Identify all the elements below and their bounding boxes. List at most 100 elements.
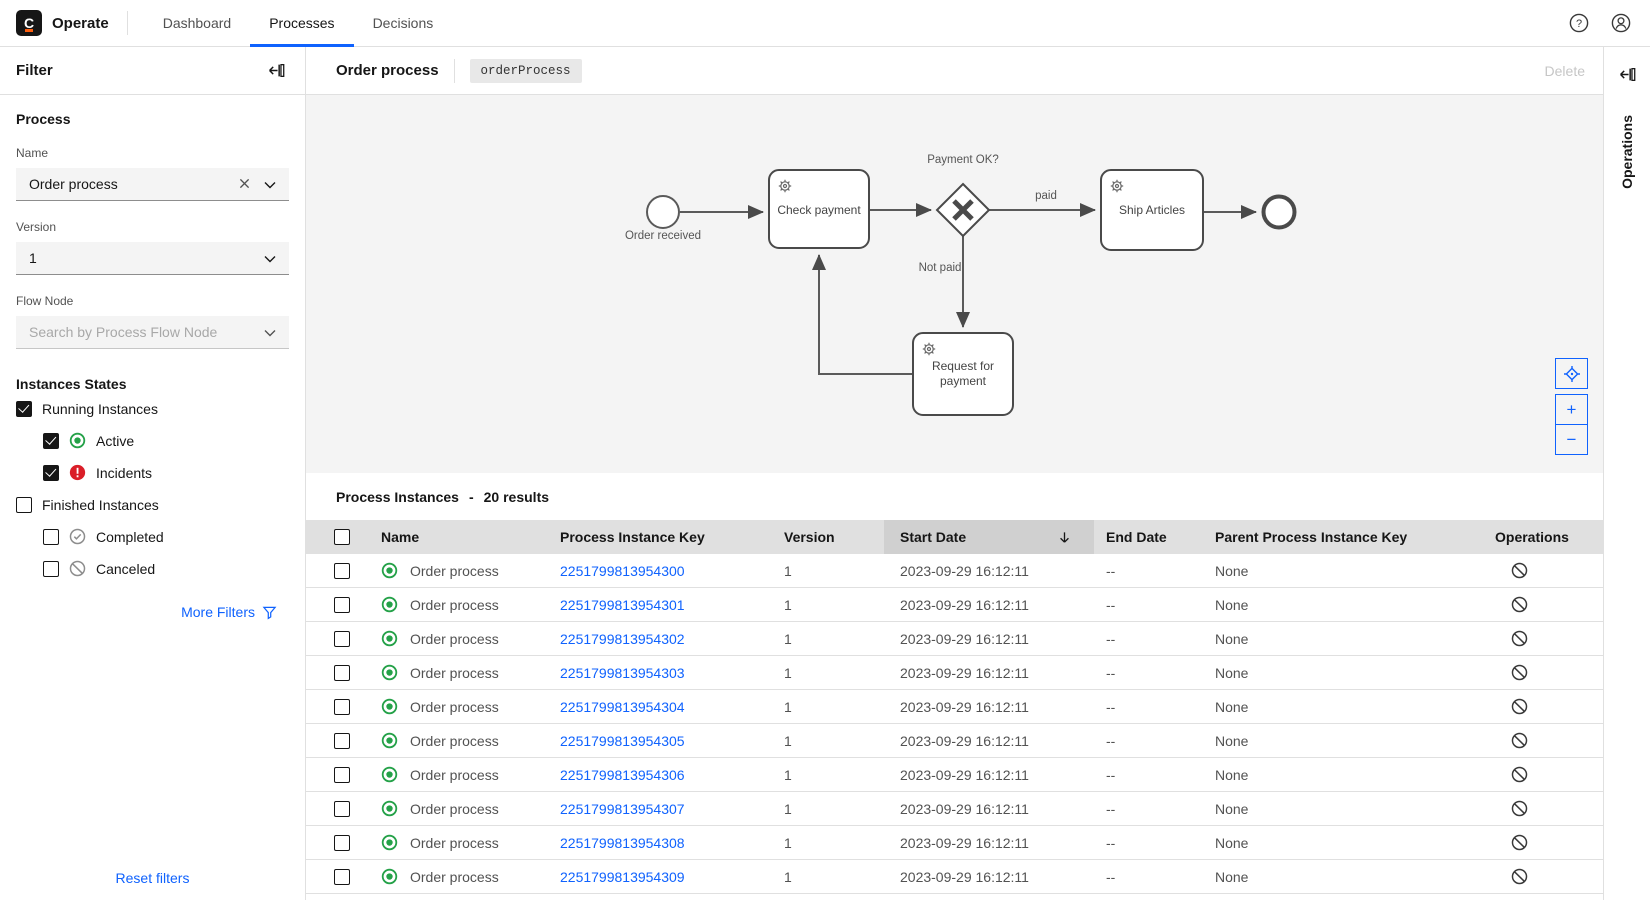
version-select[interactable]: 1 (16, 242, 289, 275)
instance-key-link[interactable]: 2251799813954303 (560, 665, 685, 681)
delete-button[interactable]: Delete (1545, 63, 1585, 79)
main-nav: Dashboard Processes Decisions (144, 0, 453, 47)
logo-letter: C (23, 15, 35, 31)
row-checkbox[interactable] (334, 596, 350, 613)
running-instances-checkbox[interactable] (16, 400, 32, 417)
diagram-zoom-out-button[interactable]: − (1555, 424, 1588, 455)
row-checkbox[interactable] (334, 868, 350, 885)
table-row: Order process 2251799813954309 1 2023-09… (306, 860, 1603, 894)
active-instance-icon (381, 596, 398, 613)
active-instance-icon (381, 868, 398, 885)
instance-end-date: -- (1106, 732, 1116, 749)
column-header-start-date[interactable]: Start Date (884, 520, 1094, 554)
incidents-checkbox[interactable] (43, 464, 59, 481)
navbar-divider (126, 11, 128, 35)
bpmn-diagram[interactable]: Order received Check payment Payment OK?… (306, 95, 1603, 473)
filter-canceled[interactable]: Canceled (16, 553, 289, 584)
finished-instances-checkbox[interactable] (16, 496, 32, 513)
active-instance-icon (381, 766, 398, 783)
cancel-operation-icon[interactable] (1511, 596, 1528, 613)
flow-not-paid-label: Not paid (919, 262, 962, 274)
completed-checkbox[interactable] (43, 528, 59, 545)
end-event[interactable] (1261, 194, 1297, 230)
version-value: 1 (29, 250, 37, 266)
select-all-checkbox[interactable] (334, 529, 350, 545)
instance-key-link[interactable]: 2251799813954309 (560, 869, 685, 885)
filter-running-instances[interactable]: Running Instances (16, 393, 289, 424)
process-id-badge: orderProcess (469, 58, 582, 83)
collapse-panel-icon[interactable] (263, 58, 289, 84)
filter-funnel-icon (262, 605, 277, 620)
cancel-operation-icon[interactable] (1511, 834, 1528, 851)
row-checkbox[interactable] (334, 664, 350, 681)
row-checkbox[interactable] (334, 562, 350, 579)
row-checkbox[interactable] (334, 732, 350, 749)
instance-key-link[interactable]: 2251799813954306 (560, 767, 685, 783)
user-profile-icon[interactable] (1608, 10, 1634, 36)
instance-key-link[interactable]: 2251799813954307 (560, 801, 685, 817)
row-checkbox[interactable] (334, 698, 350, 715)
active-instance-icon (381, 698, 398, 715)
row-checkbox[interactable] (334, 766, 350, 783)
operations-panel-collapsed: Operations (1603, 47, 1650, 900)
tab-decisions[interactable]: Decisions (354, 0, 453, 47)
clear-selection-icon[interactable] (239, 176, 250, 192)
reset-filters-link[interactable]: Reset filters (0, 870, 305, 900)
flow-request-to-check (812, 254, 913, 375)
process-section-title: Process (16, 111, 71, 127)
column-header-end-date[interactable]: End Date (1094, 529, 1202, 545)
instance-name: Order process (410, 596, 499, 613)
instance-start-date: 2023-09-29 16:12:11 (900, 800, 1029, 817)
tab-processes[interactable]: Processes (250, 0, 354, 47)
flow-node-select[interactable]: Search by Process Flow Node (16, 316, 289, 349)
instance-version: 1 (784, 664, 792, 681)
active-checkbox[interactable] (43, 432, 59, 449)
filter-finished-instances[interactable]: Finished Instances (16, 489, 289, 520)
column-header-version[interactable]: Version (768, 529, 884, 545)
cancel-operation-icon[interactable] (1511, 868, 1528, 885)
diagram-zoom-in-button[interactable]: + (1555, 394, 1588, 425)
cancel-operation-icon[interactable] (1511, 732, 1528, 749)
instance-version: 1 (784, 698, 792, 715)
instance-key-link[interactable]: 2251799813954304 (560, 699, 685, 715)
canceled-checkbox[interactable] (43, 560, 59, 577)
instance-key-link[interactable]: 2251799813954302 (560, 631, 685, 647)
row-checkbox[interactable] (334, 630, 350, 647)
cancel-operation-icon[interactable] (1511, 630, 1528, 647)
instance-end-date: -- (1106, 766, 1116, 783)
instance-parent-key: None (1215, 562, 1249, 579)
cancel-operation-icon[interactable] (1511, 800, 1528, 817)
start-event[interactable] (646, 195, 680, 229)
expand-operations-panel-icon[interactable] (1614, 61, 1640, 87)
tab-dashboard[interactable]: Dashboard (144, 0, 251, 47)
instance-start-date: 2023-09-29 16:12:11 (900, 766, 1029, 783)
cancel-operation-icon[interactable] (1511, 562, 1528, 579)
instance-end-date: -- (1106, 630, 1116, 647)
chevron-down-icon (264, 176, 276, 192)
instance-key-link[interactable]: 2251799813954305 (560, 733, 685, 749)
process-name-select[interactable]: Order process (16, 168, 289, 201)
instance-key-link[interactable]: 2251799813954300 (560, 563, 685, 579)
column-header-name[interactable]: Name (368, 529, 546, 545)
help-icon[interactable]: ? (1566, 10, 1592, 36)
table-row: Order process 2251799813954304 1 2023-09… (306, 690, 1603, 724)
filter-active[interactable]: Active (16, 425, 289, 456)
column-header-process-instance-key[interactable]: Process Instance Key (546, 529, 768, 545)
cancel-operation-icon[interactable] (1511, 698, 1528, 715)
instance-version: 1 (784, 596, 792, 613)
cancel-operation-icon[interactable] (1511, 664, 1528, 681)
column-header-parent-key[interactable]: Parent Process Instance Key (1202, 529, 1486, 545)
app-title: Operate (52, 14, 109, 32)
instance-key-link[interactable]: 2251799813954308 (560, 835, 685, 851)
instance-key-link[interactable]: 2251799813954301 (560, 597, 685, 613)
filter-incidents[interactable]: Incidents (16, 457, 289, 488)
instance-end-date: -- (1106, 834, 1116, 851)
active-instance-icon (381, 732, 398, 749)
row-checkbox[interactable] (334, 800, 350, 817)
filter-completed[interactable]: Completed (16, 521, 289, 552)
cancel-operation-icon[interactable] (1511, 766, 1528, 783)
more-filters-button[interactable]: More Filters (16, 604, 289, 620)
row-checkbox[interactable] (334, 834, 350, 851)
diagram-reset-zoom-button[interactable] (1555, 358, 1588, 389)
camunda-logo: C (16, 10, 42, 36)
